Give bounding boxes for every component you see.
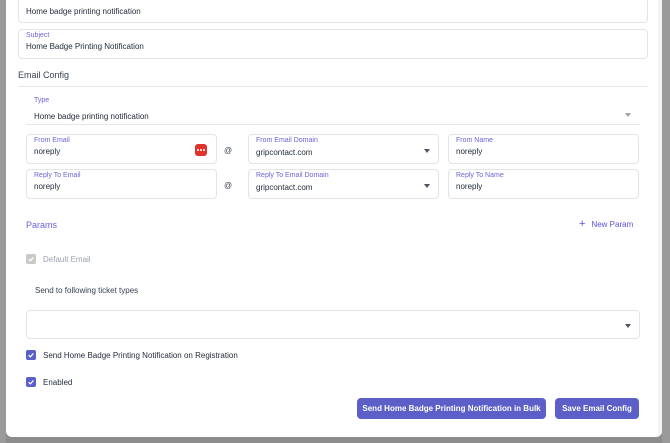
type-select[interactable]: Type Home badge printing notification: [26, 93, 640, 125]
type-value: Home badge printing notification: [34, 112, 149, 121]
enabled-checkbox[interactable]: [26, 377, 36, 387]
subject-label: Subject: [26, 32, 50, 39]
new-param-button[interactable]: + New Param: [579, 219, 633, 230]
email-config-divider: [18, 86, 648, 87]
from-email-domain-value: gripcontact.com: [256, 148, 313, 157]
enabled-label: Enabled: [43, 378, 73, 387]
from-name-field[interactable]: From Name noreply: [448, 134, 639, 164]
modal-scrollbar[interactable]: [658, 0, 662, 437]
plus-icon: +: [579, 218, 586, 230]
type-label: Type: [34, 97, 50, 104]
check-icon: [28, 352, 34, 358]
save-email-config-button[interactable]: Save Email Config: [555, 398, 639, 419]
name-field[interactable]: Home badge printing notification: [18, 0, 648, 23]
send-on-registration-label: Send Home Badge Printing Notification on…: [43, 351, 238, 360]
reply-at-symbol: @: [224, 181, 233, 190]
reply-to-email-label: Reply To Email: [34, 172, 81, 179]
default-email-checkbox[interactable]: [26, 254, 36, 264]
from-email-domain-label: From Email Domain: [256, 137, 318, 144]
from-email-value: noreply: [34, 147, 61, 156]
reply-to-email-field[interactable]: Reply To Email noreply: [26, 169, 217, 199]
send-on-registration-checkbox[interactable]: [26, 350, 36, 360]
password-manager-icon[interactable]: [195, 144, 207, 156]
from-email-label: From Email: [34, 137, 70, 144]
reply-to-name-label: Reply To Name: [456, 172, 504, 179]
from-email-field[interactable]: From Email noreply: [26, 134, 217, 164]
reply-to-name-field[interactable]: Reply To Name noreply: [448, 169, 639, 199]
check-icon: [28, 256, 34, 262]
ticket-types-select[interactable]: [26, 310, 640, 339]
from-name-label: From Name: [456, 137, 493, 144]
background-page-right: [662, 0, 670, 443]
subject-value: Home Badge Printing Notification: [26, 42, 144, 51]
ticket-types-title: Send to following ticket types: [35, 286, 139, 295]
reply-to-name-value: noreply: [456, 182, 483, 191]
params-title: Params: [26, 220, 58, 230]
new-param-label: New Param: [591, 220, 634, 229]
send-bulk-button[interactable]: Send Home Badge Printing Notification in…: [357, 398, 546, 419]
subject-field[interactable]: Subject Home Badge Printing Notification: [18, 29, 648, 59]
email-config-modal: Home badge printing notification Subject…: [6, 0, 662, 437]
default-email-label: Default Email: [43, 255, 91, 264]
from-name-value: noreply: [456, 147, 483, 156]
check-icon: [28, 379, 34, 385]
email-config-title: Email Config: [18, 70, 70, 80]
from-email-domain-select[interactable]: From Email Domain gripcontact.com: [248, 134, 439, 164]
reply-to-email-domain-select[interactable]: Reply To Email Domain gripcontact.com: [248, 169, 439, 199]
chevron-down-icon: [424, 149, 430, 153]
chevron-down-icon: [424, 184, 430, 188]
reply-to-email-domain-value: gripcontact.com: [256, 183, 313, 192]
chevron-down-icon: [625, 113, 631, 117]
from-at-symbol: @: [224, 146, 233, 155]
reply-to-email-domain-label: Reply To Email Domain: [256, 172, 329, 179]
reply-to-email-value: noreply: [34, 182, 61, 191]
chevron-down-icon: [625, 324, 631, 328]
name-field-value: Home badge printing notification: [26, 7, 141, 16]
